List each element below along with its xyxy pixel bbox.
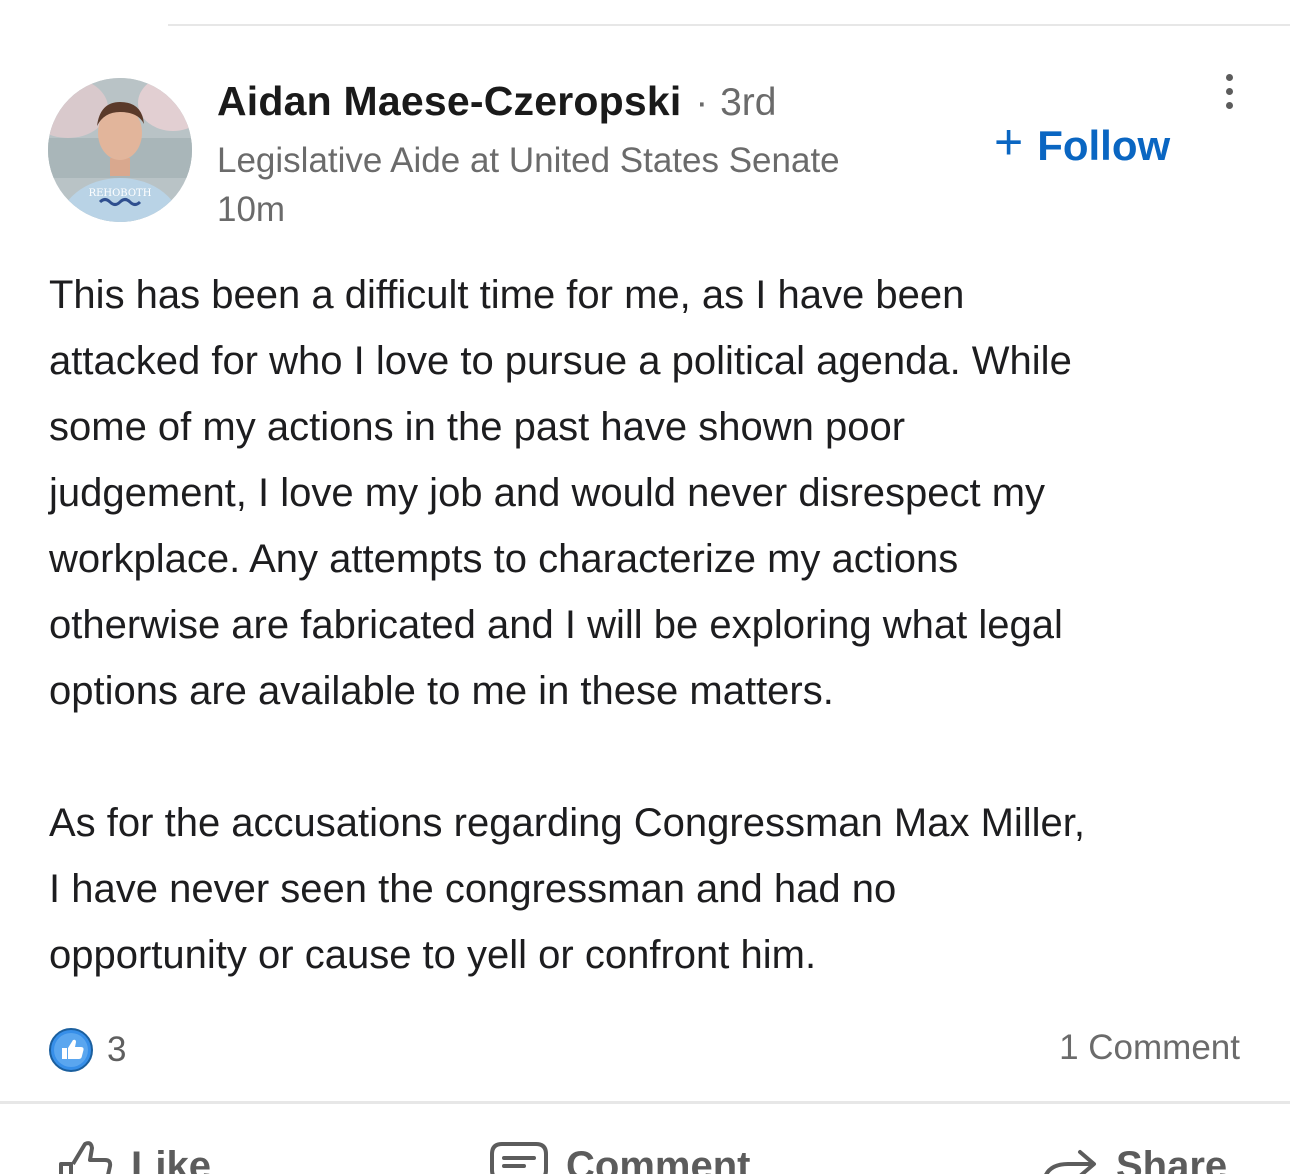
svg-text:REHOBOTH: REHOBOTH	[89, 188, 152, 199]
share-arrow-icon	[1044, 1150, 1096, 1174]
post-line: I have never seen the congressman and ha…	[49, 867, 897, 911]
post-line: workplace. Any attempts to characterize …	[49, 537, 959, 581]
post-text: This has been a difficult time for me, a…	[49, 262, 1249, 988]
follow-button[interactable]: + Follow	[994, 114, 1171, 174]
post-line: otherwise are fabricated and I will be e…	[49, 603, 1063, 647]
comment-count[interactable]: 1 Comment	[1059, 1028, 1240, 1068]
post-line: This has been a difficult time for me, a…	[49, 273, 965, 317]
share-label: Share	[1116, 1143, 1228, 1174]
author-avatar[interactable]: REHOBOTH	[48, 78, 192, 222]
comment-icon	[490, 1142, 548, 1174]
thumbs-up-icon	[59, 1141, 113, 1174]
linkedin-post-card: REHOBOTH Aidan Maese-Czeropski · 3rd Leg…	[0, 0, 1290, 1174]
post-line: attacked for who I love to pursue a poli…	[49, 339, 1072, 383]
post-line: options are available to me in these mat…	[49, 669, 834, 713]
follow-label: Follow	[1037, 122, 1171, 169]
like-label: Like	[131, 1143, 212, 1174]
post-line: As for the accusations regarding Congres…	[49, 801, 1086, 845]
post-line: some of my actions in the past have show…	[49, 405, 906, 449]
author-line: Aidan Maese-Czeropski · 3rd	[217, 78, 776, 128]
separator-dot: ·	[695, 82, 709, 124]
author-headline: Legislative Aide at United States Senate	[217, 141, 840, 180]
like-reaction-icon	[49, 1028, 93, 1072]
share-button[interactable]: Share	[1040, 1136, 1227, 1174]
connection-degree: 3rd	[720, 81, 777, 124]
author-name[interactable]: Aidan Maese-Czeropski	[217, 78, 681, 125]
reactions-summary[interactable]: 3	[49, 1026, 126, 1074]
plus-icon: +	[994, 114, 1024, 170]
vertical-ellipsis-icon[interactable]	[1214, 70, 1246, 114]
comment-label: Comment	[566, 1143, 751, 1174]
post-timestamp: 10m	[217, 190, 286, 229]
post-line: opportunity or cause to yell or confront…	[49, 933, 817, 977]
action-bar-divider	[0, 1101, 1290, 1104]
top-divider	[168, 24, 1290, 26]
reaction-count: 3	[107, 1030, 127, 1069]
like-button[interactable]: Like	[55, 1136, 211, 1174]
post-line: judgement, I love my job and would never…	[49, 471, 1046, 515]
avatar-photo: REHOBOTH	[48, 78, 192, 222]
comment-button[interactable]: Comment	[486, 1136, 750, 1174]
